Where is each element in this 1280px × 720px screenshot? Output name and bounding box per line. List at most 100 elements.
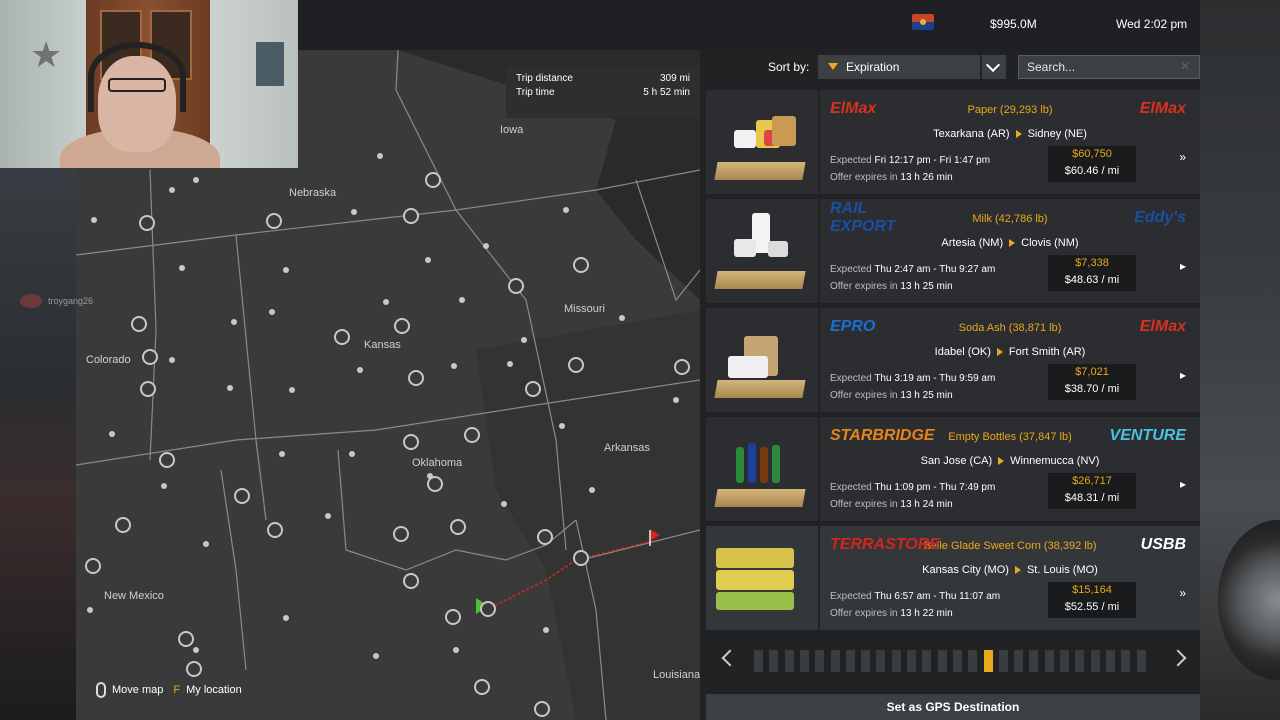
destination-company-logo: VENTURE <box>1109 427 1186 444</box>
pallet-image <box>714 162 806 180</box>
job-pay-per-mile: $60.46 / mi <box>1064 165 1120 177</box>
page-indicator[interactable] <box>861 650 871 672</box>
cargo-image <box>772 116 796 146</box>
pallet-image <box>714 489 806 507</box>
page-indicator[interactable] <box>876 650 886 672</box>
cargo-image <box>716 548 794 568</box>
my-location-label: My location <box>186 684 242 696</box>
expected-delivery: Fri 12:17 pm - Fri 1:47 pm <box>874 155 991 166</box>
clear-search-icon[interactable]: ✕ <box>1180 59 1190 73</box>
my-location-hint[interactable]: F My location <box>173 684 241 696</box>
webcam-overlay: ★ <box>0 0 298 168</box>
page-indicator[interactable] <box>1090 650 1100 672</box>
chevron-right-icon[interactable]: ▸ <box>1180 477 1186 491</box>
job-payment: $7,338 $48.63 / mi <box>1048 255 1136 291</box>
map-label-nebraska: Nebraska <box>289 187 337 199</box>
job-row[interactable]: Belle Glade Sweet Corn (38,392 lb) TERRA… <box>706 526 1200 630</box>
page-indicator[interactable] <box>968 650 978 672</box>
search-input[interactable] <box>1018 55 1200 79</box>
job-info: Empty Bottles (37,847 lb) STARBRIDGE VEN… <box>820 417 1200 521</box>
origin-city: Texarkana (AR) <box>933 128 1010 140</box>
cargo-image <box>728 356 768 378</box>
page-indicator[interactable] <box>891 650 901 672</box>
job-payment: $60,750 $60.46 / mi <box>1048 146 1136 182</box>
job-row[interactable]: Paper (29,293 lb) ElMax ElMax Texarkana … <box>706 90 1200 194</box>
job-pay-per-mile: $52.55 / mi <box>1064 601 1120 613</box>
expected-label: Expected <box>830 591 872 602</box>
arizona-flag-icon <box>912 14 934 30</box>
set-gps-destination-button[interactable]: Set as GPS Destination <box>706 694 1200 720</box>
page-indicator[interactable] <box>1075 650 1085 672</box>
destination-company-logo: ElMax <box>1139 100 1186 117</box>
chevron-right-icon[interactable]: ▸ <box>1180 259 1186 273</box>
mouse-icon <box>96 682 106 698</box>
move-map-label: Move map <box>112 683 164 696</box>
page-indicator[interactable] <box>1121 650 1131 672</box>
page-indicator[interactable] <box>784 650 794 672</box>
move-map-hint[interactable]: Move map <box>96 682 163 698</box>
sort-direction-icon <box>828 63 838 70</box>
page-indicator[interactable] <box>769 650 779 672</box>
page-indicator[interactable] <box>799 650 809 672</box>
page-indicator[interactable] <box>845 650 855 672</box>
cargo-thumbnail <box>706 90 818 194</box>
destination-city: Clovis (NM) <box>1021 237 1079 249</box>
route-arrow-icon <box>996 348 1003 357</box>
double-chevron-icon[interactable]: » <box>1179 150 1186 164</box>
page-indicator[interactable] <box>830 650 840 672</box>
job-row[interactable]: Empty Bottles (37,847 lb) STARBRIDGE VEN… <box>706 417 1200 521</box>
expected-label: Expected <box>830 264 872 275</box>
job-pay: $7,021 <box>1075 366 1109 378</box>
origin-city: San Jose (CA) <box>920 455 993 467</box>
job-info: Milk (42,786 lb) RAIL EXPORT Eddy's Arte… <box>820 199 1200 303</box>
page-indicator[interactable] <box>983 650 993 672</box>
offer-label: Offer expires in <box>830 281 898 292</box>
chevron-down-icon <box>985 57 1001 73</box>
page-indicator[interactable] <box>1014 650 1024 672</box>
page-indicator[interactable] <box>1105 650 1115 672</box>
job-row[interactable]: Milk (42,786 lb) RAIL EXPORT Eddy's Arte… <box>706 199 1200 303</box>
background-left <box>0 160 80 720</box>
cargo-thumbnail <box>706 526 818 630</box>
offer-label: Offer expires in <box>830 499 898 510</box>
job-pay: $7,338 <box>1075 257 1109 269</box>
job-route: Idabel (OK) Fort Smith (AR) <box>820 346 1200 358</box>
cargo-image <box>734 130 756 148</box>
expected-delivery: Thu 2:47 am - Thu 9:27 am <box>874 264 996 275</box>
chat-overlay-user: troygang26 <box>20 294 93 308</box>
trip-info-box: Trip distance 309 mi Trip time 5 h 52 min <box>506 66 700 118</box>
offer-expires: 13 h 26 min <box>900 172 953 183</box>
next-page-icon[interactable] <box>1169 649 1187 667</box>
expected-delivery: Thu 3:19 am - Thu 9:59 am <box>874 373 996 384</box>
route-arrow-icon <box>998 457 1005 466</box>
origin-city: Artesia (NM) <box>941 237 1004 249</box>
sort-label: Sort by: <box>768 60 810 74</box>
job-timing: Expected Thu 6:57 am - Thu 11:07 am Offe… <box>830 588 1000 622</box>
pallet-image <box>714 380 806 398</box>
job-timing: Expected Thu 3:19 am - Thu 9:59 am Offer… <box>830 370 995 404</box>
star-icon: ★ <box>30 34 63 75</box>
page-indicator[interactable] <box>937 650 947 672</box>
page-indicator[interactable] <box>1029 650 1039 672</box>
page-indicator[interactable] <box>907 650 916 672</box>
job-info: Belle Glade Sweet Corn (38,392 lb) TERRA… <box>820 526 1200 630</box>
page-indicator[interactable] <box>1136 650 1146 672</box>
page-indicator[interactable] <box>1060 650 1069 672</box>
page-indicator[interactable] <box>815 650 825 672</box>
prev-page-icon[interactable] <box>721 649 739 667</box>
source-company-logo: STARBRIDGE <box>830 427 935 444</box>
sort-select[interactable]: Expiration <box>818 55 980 79</box>
page-indicator[interactable] <box>1044 650 1054 672</box>
sort-dropdown-button[interactable] <box>982 55 1006 79</box>
job-row[interactable]: Soda Ash (38,871 lb) EPRO ElMax Idabel (… <box>706 308 1200 412</box>
page-indicator[interactable] <box>754 650 763 672</box>
page-indicator[interactable] <box>952 650 962 672</box>
double-chevron-icon[interactable]: » <box>1179 586 1186 600</box>
job-route: Kansas City (MO) St. Louis (MO) <box>820 564 1200 576</box>
origin-city: Idabel (OK) <box>934 346 991 358</box>
page-indicator[interactable] <box>922 650 932 672</box>
cargo-image <box>772 445 780 483</box>
chevron-right-icon[interactable]: ▸ <box>1180 368 1186 382</box>
page-indicator[interactable] <box>998 650 1008 672</box>
cargo-image <box>716 592 794 610</box>
